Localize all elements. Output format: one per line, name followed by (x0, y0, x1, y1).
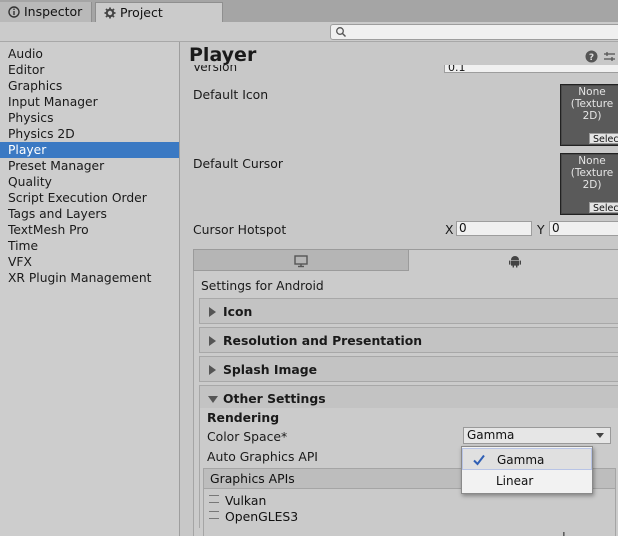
sidebar-item-editor[interactable]: Editor (0, 62, 179, 78)
color-space-dropdown[interactable]: Gamma (463, 427, 611, 444)
sidebar-item-time[interactable]: Time (0, 238, 179, 254)
android-icon (508, 254, 522, 268)
sidebar-item-input-manager[interactable]: Input Manager (0, 94, 179, 110)
android-settings: Settings for Android Icon Resolution and… (193, 271, 618, 536)
tab-inspector[interactable]: Inspector (0, 2, 92, 22)
option-linear-label: Linear (496, 474, 534, 488)
default-cursor-label: Default Cursor (193, 156, 283, 171)
option-gamma-label: Gamma (497, 453, 545, 467)
cursor-hotspot-label: Cursor Hotspot (193, 222, 287, 237)
default-icon-none: None (578, 86, 606, 98)
sidebar-item-xr-plugin-management[interactable]: XR Plugin Management (0, 270, 179, 286)
hotspot-y-label: Y (537, 222, 545, 237)
search-input[interactable] (330, 24, 618, 40)
sidebar-item-quality[interactable]: Quality (0, 174, 179, 190)
drag-handle-icon[interactable] (209, 495, 219, 503)
settings-sidebar: Audio Editor Graphics Input Manager Phys… (0, 42, 180, 536)
default-icon-slot[interactable]: None (Texture 2D) Select (560, 84, 618, 146)
option-linear[interactable]: Linear (462, 470, 592, 492)
icon-foldout-title: Icon (223, 304, 253, 319)
checkmark-icon (471, 452, 487, 468)
arrow-right-icon (209, 365, 216, 375)
splash-foldout-title: Splash Image (223, 362, 318, 377)
sidebar-item-preset-manager[interactable]: Preset Manager (0, 158, 179, 174)
list-item[interactable]: OpenGLES3 (209, 509, 298, 524)
tab-project-settings[interactable]: Project Settings (95, 2, 223, 40)
settings-for-label: Settings for Android (201, 279, 324, 293)
sidebar-item-physics-2d[interactable]: Physics 2D (0, 126, 179, 142)
tab-inspector-label: Inspector (24, 4, 83, 19)
preset-sliders-icon[interactable] (603, 50, 616, 63)
page-title: Player (189, 44, 257, 66)
color-space-popup: Gamma Linear (461, 446, 593, 494)
hotspot-x-label: X (445, 222, 454, 237)
splash-foldout[interactable]: Splash Image (199, 356, 618, 382)
monitor-icon (294, 254, 308, 268)
remove-button[interactable]: − (580, 529, 592, 536)
hotspot-x-field[interactable]: 0 (456, 221, 532, 236)
sidebar-item-textmesh-pro[interactable]: TextMesh Pro (0, 222, 179, 238)
info-icon (8, 4, 20, 18)
icon-foldout[interactable]: Icon (199, 298, 618, 324)
sidebar-item-tags-and-layers[interactable]: Tags and Layers (0, 206, 179, 222)
sidebar-item-player[interactable]: Player (0, 142, 179, 158)
resolution-foldout-title: Resolution and Presentation (223, 333, 423, 348)
resolution-foldout[interactable]: Resolution and Presentation (199, 327, 618, 353)
help-icon[interactable]: ? (585, 50, 598, 63)
default-cursor-none: None (578, 155, 606, 167)
option-gamma[interactable]: Gamma (462, 448, 592, 470)
platform-tabs (193, 249, 618, 271)
other-settings-title: Other Settings (223, 391, 326, 406)
arrow-down-icon (208, 396, 218, 403)
sidebar-item-physics[interactable]: Physics (0, 110, 179, 126)
color-space-label: Color Space* (207, 429, 288, 444)
default-cursor-type: (Texture 2D) (570, 167, 614, 191)
graphics-api-vulkan: Vulkan (225, 493, 267, 508)
chevron-down-icon (596, 433, 604, 438)
window-tab-bar: Inspector Project Settings (0, 0, 618, 40)
default-cursor-slot[interactable]: None (Texture 2D) Select (560, 153, 618, 215)
sidebar-item-script-execution-order[interactable]: Script Execution Order (0, 190, 179, 206)
add-button[interactable]: + (558, 529, 570, 536)
hotspot-y-field[interactable]: 0 (549, 221, 618, 236)
default-icon-label: Default Icon (193, 87, 269, 102)
list-item[interactable]: Vulkan (209, 493, 266, 508)
sidebar-item-audio[interactable]: Audio (0, 46, 179, 62)
svg-text:?: ? (589, 53, 594, 63)
arrow-right-icon (209, 307, 216, 317)
sidebar-item-vfx[interactable]: VFX (0, 254, 179, 270)
default-icon-select-button[interactable]: Select (589, 133, 618, 145)
arrow-right-icon (209, 336, 216, 346)
default-cursor-select-button[interactable]: Select (589, 202, 618, 214)
gear-icon (104, 5, 116, 19)
graphics-api-opengles3: OpenGLES3 (225, 509, 299, 524)
auto-graphics-api-label: Auto Graphics API (207, 449, 318, 464)
rendering-heading: Rendering (207, 410, 280, 425)
drag-handle-icon[interactable] (209, 511, 219, 519)
sidebar-list: Audio Editor Graphics Input Manager Phys… (0, 42, 179, 286)
sidebar-item-graphics[interactable]: Graphics (0, 78, 179, 94)
tab-standalone[interactable] (193, 249, 409, 271)
search-icon (335, 26, 347, 38)
default-icon-type: (Texture 2D) (570, 98, 614, 122)
tab-android[interactable] (409, 249, 618, 271)
color-space-value: Gamma (467, 428, 515, 442)
settings-toolbar (0, 22, 618, 42)
